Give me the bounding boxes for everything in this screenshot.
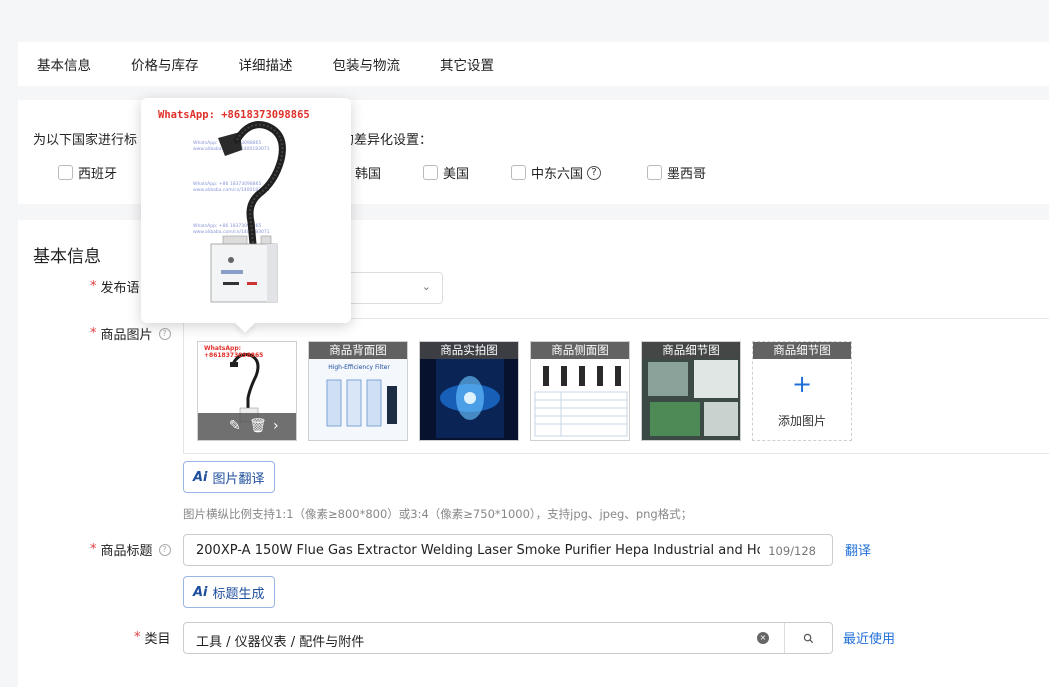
product-title-input[interactable]: 200XP-A 150W Flue Gas Extractor Welding … (183, 534, 833, 566)
image-slot-caption: 商品侧面图 (531, 342, 629, 359)
svg-text:High-Efficiency Filter: High-Efficiency Filter (328, 364, 390, 371)
checkbox-box[interactable] (423, 165, 438, 180)
help-icon[interactable]: ? (587, 165, 602, 180)
image-slot-back[interactable]: High-Efficiency Filter 商品背面图 (308, 341, 408, 441)
category-label: * 类目 (134, 628, 171, 647)
delete-icon[interactable]: 🗑 (249, 418, 267, 434)
required-marker: * (90, 542, 97, 557)
image-upload-area: WhatsApp: +8618373098865 ✎ 🗑 › High-Effi… (183, 318, 1049, 454)
checkbox-box[interactable] (647, 165, 662, 180)
tab-bar: 基本信息 价格与库存 详细描述 包装与物流 其它设置 (18, 42, 1049, 86)
image-slot-side[interactable]: 商品侧面图 (530, 341, 630, 441)
tab-other-settings[interactable]: 其它设置 (440, 54, 494, 74)
country-section-title: 为以下国家进行标 (33, 133, 138, 148)
button-label: 图片翻译 (212, 471, 265, 487)
country-section-title-tail: 的差异化设置： (341, 133, 433, 148)
plus-icon: + (791, 370, 813, 398)
country-label: 韩国 (355, 167, 382, 182)
image-slot-detail[interactable]: 商品细节图 (641, 341, 741, 441)
recent-used-link[interactable]: 最近使用 (843, 628, 895, 647)
question-icon[interactable]: ? (158, 543, 171, 556)
edit-icon[interactable]: ✎ (229, 418, 241, 434)
category-input[interactable]: 工具 / 仪器仪表 / 配件与附件 × (183, 622, 833, 654)
image-action-bar: ✎ 🗑 › (198, 413, 296, 440)
tab-detail-description[interactable]: 详细描述 (239, 54, 293, 74)
product-title-label: * 商品标题 ? (90, 540, 171, 559)
country-checkbox-usa[interactable]: 美国 (423, 163, 469, 182)
image-slot-caption: 商品实拍图 (420, 342, 518, 359)
product-preview-image (210, 121, 286, 303)
country-checkbox-mexico[interactable]: 墨西哥 (647, 163, 706, 182)
required-marker: * (90, 326, 97, 341)
required-marker: * (134, 630, 141, 645)
ai-icon: Ai (193, 584, 208, 600)
image-preview-popover: WhatsApp: +8618373098865 WhatsApp: +86 1… (141, 98, 351, 323)
watermark-text: WhatsApp: +8618373098865 (204, 345, 264, 359)
checkbox-box[interactable] (58, 165, 73, 180)
tab-packaging-logistics[interactable]: 包装与物流 (333, 54, 401, 74)
image-slot-caption: 商品背面图 (309, 342, 407, 359)
publish-language-select[interactable]: ⌄ (344, 272, 443, 304)
country-label: 中东六国 (531, 167, 584, 182)
add-image-button[interactable]: 商品细节图 + 添加图片 (752, 341, 852, 441)
checkbox-box[interactable] (511, 165, 526, 180)
main-image-thumb[interactable]: WhatsApp: +8618373098865 ✎ 🗑 › (197, 341, 297, 441)
translate-link[interactable]: 翻译 (845, 540, 871, 559)
image-slot-real-shot[interactable]: 商品实拍图 (419, 341, 519, 441)
category-value: 工具 / 仪器仪表 / 配件与附件 (196, 635, 365, 650)
required-marker: * (90, 279, 97, 294)
button-label: 标题生成 (212, 586, 265, 602)
title-value: 200XP-A 150W Flue Gas Extractor Welding … (196, 543, 760, 558)
title-char-count: 109/128 (768, 544, 816, 558)
country-label: 西班牙 (78, 167, 118, 182)
question-icon[interactable]: ? (158, 327, 171, 340)
ai-icon: Ai (193, 469, 208, 485)
label-text: 类目 (144, 632, 171, 647)
image-slot-caption: 商品细节图 (753, 342, 851, 359)
tab-price-stock[interactable]: 价格与库存 (131, 54, 199, 74)
country-checkbox-spain[interactable]: 西班牙 (58, 163, 117, 182)
add-image-label: 添加图片 (777, 414, 826, 428)
product-images-label: * 商品图片 ? (90, 324, 171, 343)
country-label: 美国 (443, 167, 470, 182)
clear-icon[interactable]: × (757, 632, 769, 644)
country-label: 墨西哥 (667, 167, 707, 182)
title-generate-button[interactable]: Ai 标题生成 (183, 576, 275, 608)
search-icon (803, 633, 814, 643)
country-checkbox-middle-east[interactable]: 中东六国 ? (511, 163, 602, 182)
label-text: 发布语 (100, 281, 140, 296)
category-search-button[interactable] (784, 623, 832, 653)
publish-language-label: * 发布语 (90, 277, 140, 296)
chevron-right-icon[interactable]: › (273, 418, 279, 434)
chevron-down-icon: ⌄ (421, 280, 431, 293)
label-text: 商品标题 (100, 544, 153, 559)
tab-basic-info[interactable]: 基本信息 (37, 54, 91, 74)
image-translate-button[interactable]: Ai 图片翻译 (183, 461, 275, 493)
image-format-hint: 图片横纵比例支持1:1（像素≥800*800）或3:4（像素≥750*1000）… (183, 507, 693, 521)
image-slot-caption: 商品细节图 (642, 342, 740, 359)
section-title: 基本信息 (33, 247, 101, 267)
label-text: 商品图片 (100, 328, 153, 343)
